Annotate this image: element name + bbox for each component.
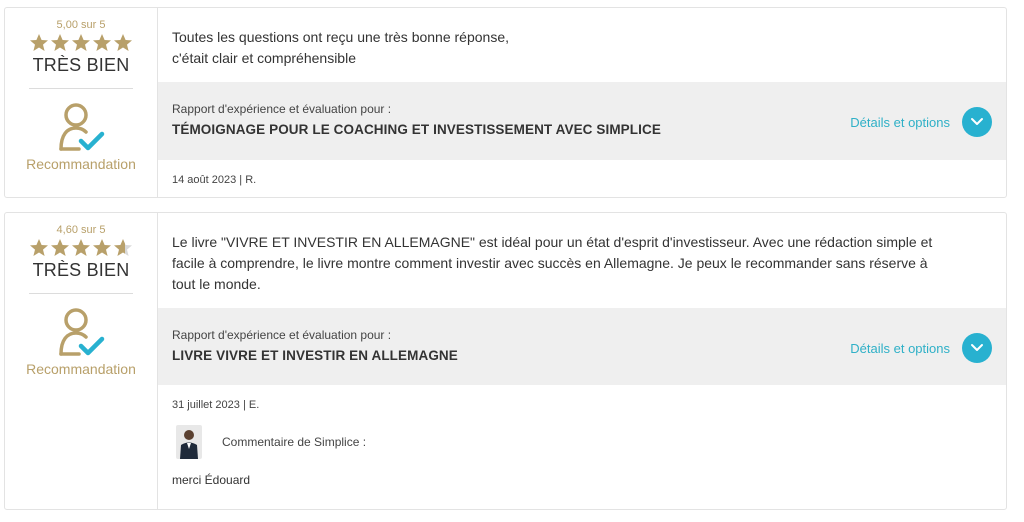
divider [29,88,133,89]
person-check-icon [59,308,105,356]
review-content: Toutes les questions ont reçu une très b… [158,8,1006,197]
star-icon [93,34,111,51]
rating-word: TRÈS BIEN [32,260,130,280]
review-text-line: Toutes les questions ont reçu une très b… [172,29,509,45]
review-text-line: facile à comprendre, le livre montre com… [172,255,928,271]
star-icon [51,239,69,256]
review-text: Toutes les questions ont reçu une très b… [158,8,1006,82]
owner-reply-text: merci Édouard [172,473,251,487]
chevron-down-icon[interactable] [962,333,992,363]
star-icon [72,239,90,256]
recommendation-label: Recommandation [26,156,136,172]
report-box: Rapport d'expérience et évaluation pour … [158,82,1006,160]
star-icon [114,34,132,51]
review-card: 4,60 sur 5 TRÈS BIEN Recommandation Le l… [4,212,1007,510]
details-options-button[interactable]: Détails et options [850,333,992,363]
score-value: 5,00 sur 5 [56,19,106,31]
details-options-label[interactable]: Détails et options [850,115,950,130]
star-icon [114,239,132,256]
star-icon [30,34,48,51]
review-card: 5,00 sur 5 TRÈS BIEN Recommandation Tout… [4,7,1007,198]
rating-word: TRÈS BIEN [32,55,130,75]
details-options-label[interactable]: Détails et options [850,341,950,356]
review-text: Le livre "VIVRE ET INVESTIR EN ALLEMAGNE… [158,213,1006,308]
owner-reply-header: Commentaire de Simplice : [158,411,1006,459]
recommendation-label: Recommandation [26,361,136,377]
review-meta: 31 juillet 2023 | E. [172,399,260,411]
score-column: 4,60 sur 5 TRÈS BIEN Recommandation [5,213,158,509]
avatar [176,425,202,459]
score-value: 4,60 sur 5 [56,224,106,236]
chevron-down-icon[interactable] [962,107,992,137]
review-text-line: tout le monde. [172,276,261,292]
star-icon [51,34,69,51]
star-icon [93,239,111,256]
review-meta: 14 août 2023 | R. [172,174,257,186]
score-column: 5,00 sur 5 TRÈS BIEN Recommandation [5,8,158,197]
owner-reply-label: Commentaire de Simplice : [222,435,367,449]
review-text-line: Le livre "VIVRE ET INVESTIR EN ALLEMAGNE… [172,234,933,250]
details-options-button[interactable]: Détails et options [850,107,992,137]
review-content: Le livre "VIVRE ET INVESTIR EN ALLEMAGNE… [158,213,1006,509]
person-check-icon [59,103,105,151]
star-rating [29,33,133,53]
star-icon [30,239,48,256]
star-icon [72,34,90,51]
report-box: Rapport d'expérience et évaluation pour … [158,308,1006,385]
review-text-line: c'était clair et compréhensible [172,50,356,66]
star-rating [29,238,133,258]
divider [29,293,133,294]
